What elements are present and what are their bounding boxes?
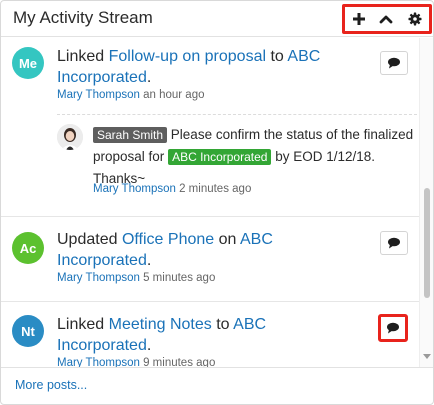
activity-meta: Mary Thompson 5 minutes ago (57, 272, 215, 284)
dashlet-footer: More posts... (1, 367, 433, 404)
avatar-initials: Ac (19, 240, 37, 256)
timestamp: 9 minutes ago (143, 357, 216, 367)
activity-end: . (146, 69, 152, 86)
comment-meta: Mary Thompson 2 minutes ago (93, 183, 251, 195)
activity-entry: Ac Updated Office Phone on ABC Incorpora… (1, 218, 419, 302)
timestamp: an hour ago (143, 89, 205, 101)
activity-end: . (146, 252, 152, 269)
dashlet-header: My Activity Stream (1, 1, 433, 37)
activity-stream-dashlet: My Activity Stream Me Linked Follow-up o… (0, 0, 434, 405)
chevron-up-icon[interactable] (376, 10, 396, 28)
activity-verb: Updated (57, 231, 118, 248)
activity-list[interactable]: Me Linked Follow-up on proposal to ABC I… (1, 38, 433, 367)
activity-message: Linked Meeting Notes to ABC Incorporated… (57, 314, 357, 356)
scroll-down-arrow-icon[interactable] (423, 354, 431, 359)
comment-button[interactable] (378, 314, 408, 342)
scrollbar-thumb[interactable] (424, 188, 430, 298)
user-link[interactable]: Mary Thompson (57, 89, 140, 101)
activity-connector: on (218, 231, 237, 248)
timestamp: 2 minutes ago (179, 183, 252, 195)
activity-meta: Mary Thompson 9 minutes ago (57, 357, 215, 367)
dashlet-toolbar (342, 4, 432, 34)
user-link[interactable]: Mary Thompson (93, 183, 176, 195)
comment-reply: Sarah Smith Please confirm the status of… (57, 114, 417, 204)
user-link[interactable]: Mary Thompson (57, 272, 140, 284)
more-posts-link[interactable]: More posts... (15, 378, 87, 392)
user-mention-tag[interactable]: Sarah Smith (93, 127, 168, 143)
comment-icon (388, 57, 400, 69)
comment-button[interactable] (380, 231, 408, 255)
dashlet-title: My Activity Stream (13, 8, 153, 27)
record-link[interactable]: Office Phone (122, 231, 214, 248)
activity-entry: Nt Linked Meeting Notes to ABC Incorpora… (1, 303, 419, 367)
comment-button[interactable] (380, 51, 408, 75)
record-link[interactable]: Meeting Notes (109, 316, 212, 333)
user-link[interactable]: Mary Thompson (57, 357, 140, 367)
gear-icon[interactable] (405, 10, 425, 28)
activity-connector: to (216, 316, 230, 333)
avatar[interactable]: Ac (12, 232, 44, 264)
avatar-initials: Me (18, 55, 38, 71)
activity-connector: to (270, 48, 284, 65)
activity-meta: Mary Thompson an hour ago (57, 89, 204, 101)
account-mention-tag[interactable]: ABC Incorporated (168, 149, 272, 165)
comment-icon (387, 322, 399, 334)
avatar-initials: Nt (21, 323, 35, 339)
activity-verb: Linked (57, 48, 105, 65)
activity-message: Updated Office Phone on ABC Incorporated… (57, 229, 357, 271)
activity-entry: Me Linked Follow-up on proposal to ABC I… (1, 38, 419, 217)
user-photo-avatar[interactable] (57, 124, 83, 150)
avatar[interactable]: Nt (12, 315, 44, 347)
avatar[interactable]: Me (12, 47, 44, 79)
activity-verb: Linked (57, 316, 105, 333)
record-link[interactable]: Follow-up on proposal (109, 48, 266, 65)
comment-text: Sarah Smith Please confirm the status of… (93, 124, 415, 190)
comment-icon (388, 237, 400, 249)
plus-icon[interactable] (349, 10, 369, 28)
timestamp: 5 minutes ago (143, 272, 216, 284)
activity-end: . (146, 337, 152, 354)
activity-message: Linked Follow-up on proposal to ABC Inco… (57, 46, 357, 88)
scrollbar[interactable] (419, 38, 433, 367)
